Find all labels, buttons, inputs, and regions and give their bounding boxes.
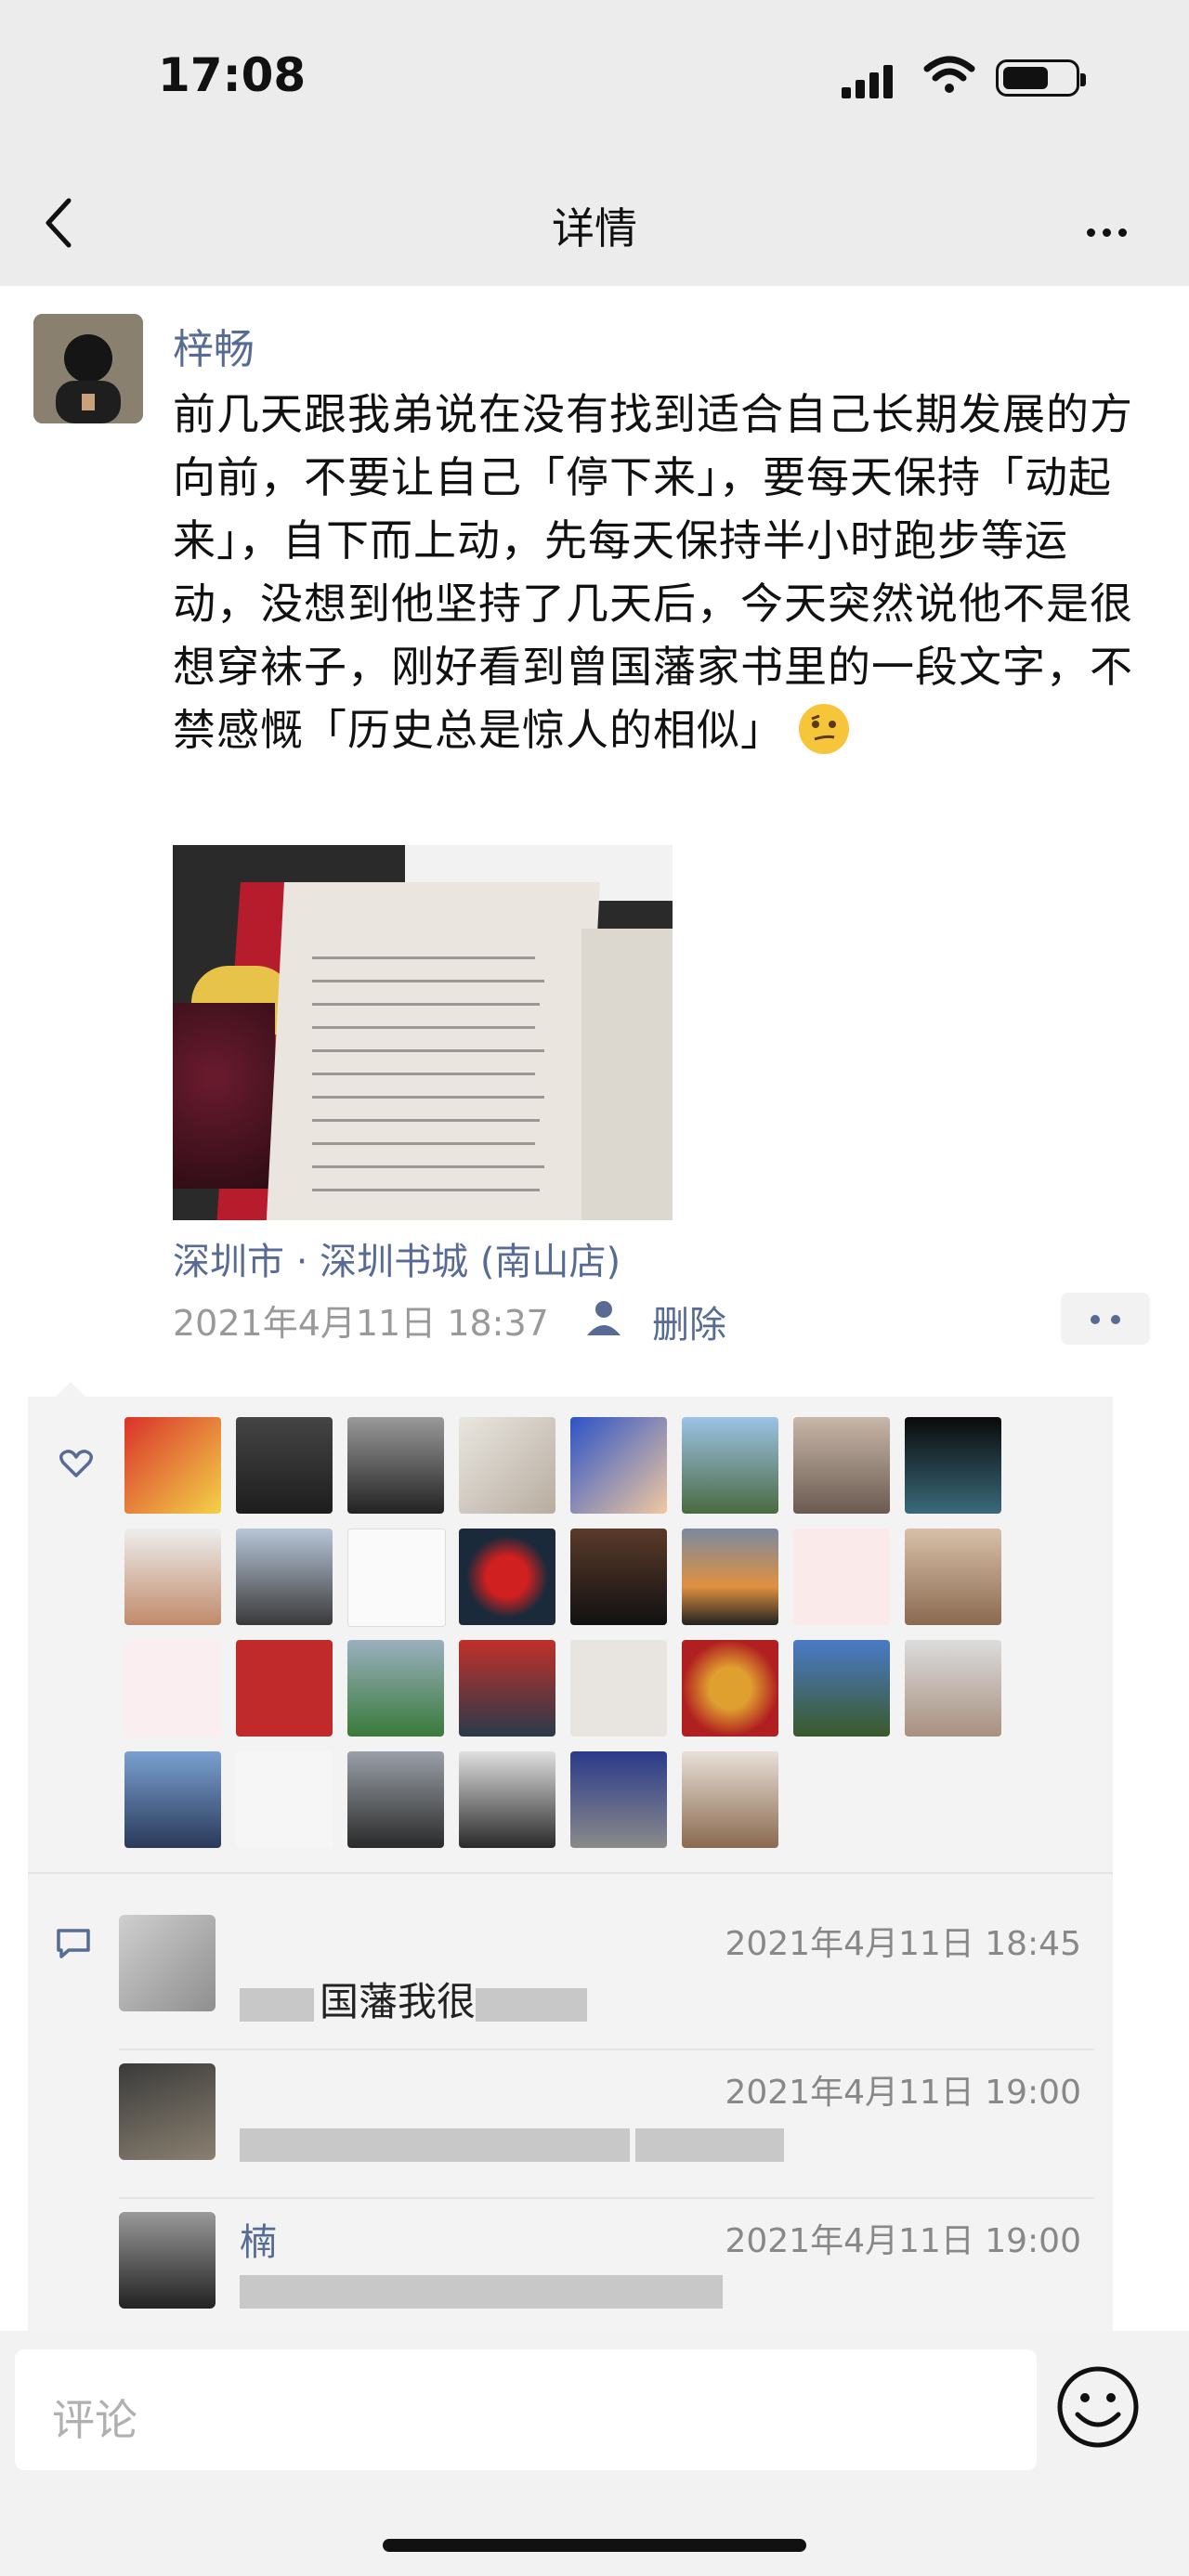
comment-text: [240, 2119, 790, 2165]
liker-avatar[interactable]: [793, 1417, 890, 1514]
author-avatar[interactable]: [33, 314, 143, 423]
comment-time: 2021年4月11日 19:00: [725, 2222, 1081, 2260]
more-icon[interactable]: [1083, 219, 1130, 241]
liker-avatar[interactable]: [459, 1417, 555, 1514]
cellular-signal-icon: [842, 63, 894, 98]
commenter-avatar[interactable]: [119, 2063, 216, 2160]
comment-input[interactable]: 评论: [15, 2349, 1037, 2470]
liker-avatar[interactable]: [124, 1529, 221, 1625]
post-photo[interactable]: [173, 845, 673, 1220]
liker-avatar[interactable]: [236, 1640, 333, 1737]
battery-icon: [996, 59, 1086, 97]
privacy-person-icon[interactable]: [583, 1296, 624, 1337]
home-indicator: [383, 2539, 806, 2552]
liker-avatar[interactable]: [793, 1529, 890, 1625]
liker-avatar[interactable]: [905, 1529, 1001, 1625]
liker-avatar[interactable]: [236, 1751, 333, 1848]
liker-avatar[interactable]: [570, 1751, 667, 1848]
liker-avatar[interactable]: [905, 1417, 1001, 1514]
action-menu-button[interactable]: [1061, 1293, 1150, 1345]
liker-avatar[interactable]: [124, 1751, 221, 1848]
liker-avatar[interactable]: [682, 1417, 778, 1514]
comment-time: 2021年4月11日 19:00: [725, 2074, 1081, 2112]
liker-avatar[interactable]: [793, 1640, 890, 1737]
post-author[interactable]: 梓畅: [173, 316, 255, 375]
liker-avatar[interactable]: [347, 1417, 444, 1514]
comment-text: [240, 2266, 728, 2311]
heart-icon: [59, 1450, 93, 1477]
wifi-icon: [923, 56, 975, 93]
liker-avatar[interactable]: [682, 1751, 778, 1848]
liker-avatar[interactable]: [347, 1640, 444, 1737]
liker-avatar[interactable]: [347, 1751, 444, 1848]
liker-avatar[interactable]: [124, 1417, 221, 1514]
post-location[interactable]: 深圳市 · 深圳书城 (南山店): [173, 1231, 621, 1285]
commenter-avatar[interactable]: [119, 2212, 216, 2309]
post-text: 前几天跟我弟说在没有找到适合自己长期发展的方向前，不要让自己「停下来」，要每天保…: [173, 389, 1133, 755]
comment-separator: [119, 2197, 1094, 2199]
liker-avatar[interactable]: [124, 1640, 221, 1737]
comment-icon: [57, 1929, 90, 1958]
liker-avatar[interactable]: [905, 1640, 1001, 1737]
liker-avatar[interactable]: [459, 1751, 555, 1848]
liker-avatar[interactable]: [236, 1529, 333, 1625]
emoji-icon[interactable]: [1055, 2364, 1141, 2450]
liker-avatar[interactable]: [236, 1417, 333, 1514]
liker-avatar[interactable]: [347, 1529, 446, 1627]
liker-avatar[interactable]: [570, 1640, 667, 1737]
likes-comments-divider: [28, 1872, 1113, 1874]
liker-avatar[interactable]: [570, 1417, 667, 1514]
status-time: 17:08: [158, 48, 307, 102]
liker-avatar[interactable]: [682, 1529, 778, 1625]
comment-text: 国藩我很: [240, 1971, 593, 2027]
comment-separator: [119, 2049, 1094, 2050]
liker-avatar[interactable]: [682, 1640, 778, 1737]
panel-arrow: [56, 1382, 85, 1397]
comment-time: 2021年4月11日 18:45: [725, 1925, 1081, 1963]
smirk-emoji-icon: [798, 704, 849, 754]
liker-avatar[interactable]: [459, 1529, 555, 1625]
commenter-avatar[interactable]: [119, 1915, 216, 2011]
post-time: 2021年4月11日 18:37: [173, 1303, 549, 1344]
page-title: 详情: [552, 203, 637, 254]
liker-avatar[interactable]: [459, 1640, 555, 1737]
delete-button[interactable]: 删除: [652, 1295, 726, 1348]
liker-avatar[interactable]: [570, 1529, 667, 1625]
commenter-name[interactable]: 楠: [240, 2212, 277, 2266]
